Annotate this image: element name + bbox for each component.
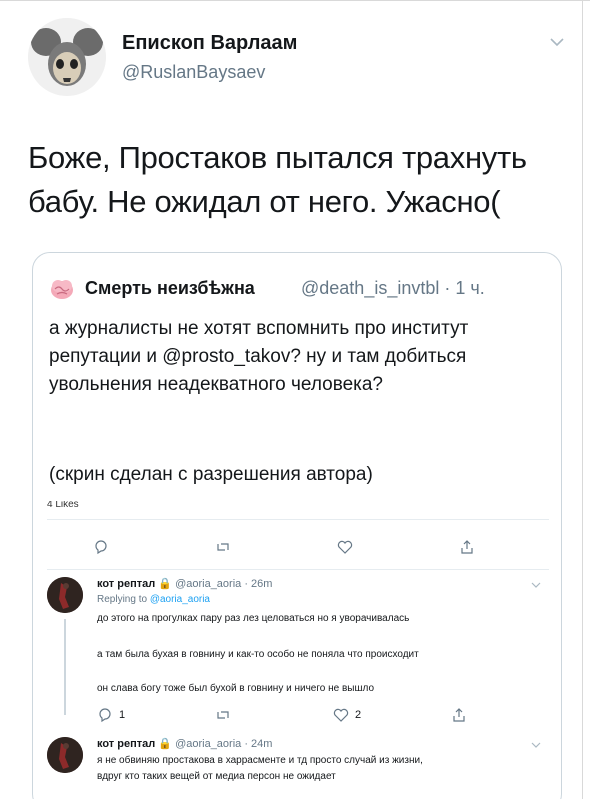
- chevron-down-icon[interactable]: [531, 581, 541, 589]
- reply-author-name[interactable]: кот рептал: [97, 738, 155, 750]
- reply-action-bar: 1 2: [97, 705, 517, 725]
- share-action[interactable]: [459, 537, 475, 557]
- quoted-text: а журналисты не хотят вспомнить про инст…: [49, 318, 469, 395]
- right-divider: [582, 0, 583, 799]
- tweet-text: Боже, Простаков пытался трахнуть бабу. Н…: [28, 140, 527, 219]
- replying-to-prefix: Replying to: [97, 594, 148, 605]
- quoted-action-bar: [93, 537, 513, 557]
- reply-avatar[interactable]: [47, 577, 83, 613]
- reply-action[interactable]: [93, 537, 109, 557]
- quoted-author-meta[interactable]: @death_is_invtbl · 1 ч.: [301, 278, 485, 299]
- lock-icon: 🔒: [158, 738, 172, 750]
- share-icon: [461, 540, 473, 554]
- quoted-text-note: (скрин сделан с разрешения автора): [49, 464, 373, 485]
- reply-count: 1: [119, 709, 126, 721]
- divider: [47, 569, 549, 570]
- replying-to: Replying to @aoria_aoria: [97, 594, 210, 605]
- reply-author-name[interactable]: кот рептал: [97, 578, 155, 590]
- quoted-header: Смерть неизбѣжна @death_is_invtbl · 1 ч.: [49, 275, 549, 301]
- reply-text-line: я не обвиняю простакова в харрасменте и …: [97, 755, 423, 766]
- tweet-header: Епископ Варлаам @RuslanBaysaev: [28, 18, 568, 102]
- retweet-icon: [217, 543, 229, 551]
- reply-text-line: он слава богу тоже был бухой в говнину и…: [97, 683, 375, 694]
- chevron-down-icon[interactable]: [549, 36, 565, 48]
- thread-line: [64, 619, 66, 715]
- reply-header: кот рептал 🔒 @aoria_aoria · 26m: [97, 577, 272, 590]
- author-avatar[interactable]: [28, 18, 106, 96]
- like-action[interactable]: 2: [333, 705, 361, 725]
- retweet-icon: [217, 711, 229, 719]
- likes-count-cut: 4 Likes: [47, 501, 79, 509]
- heart-icon: [333, 708, 349, 722]
- lock-icon: 🔒: [158, 578, 172, 590]
- reply-tweet[interactable]: кот рептал 🔒 @aoria_aoria · 24m я не обв…: [47, 737, 547, 799]
- reply-text-line: а там была бухая в говнину и как-то особ…: [97, 649, 419, 660]
- share-action[interactable]: [451, 705, 467, 725]
- chevron-down-icon[interactable]: [531, 741, 541, 749]
- reply-tweet[interactable]: кот рептал 🔒 @aoria_aoria · 26m Replying…: [47, 577, 547, 727]
- reply-icon: [99, 708, 111, 723]
- reply-action[interactable]: 1: [97, 705, 125, 725]
- reply-author-meta[interactable]: @aoria_aoria · 26m: [175, 578, 272, 590]
- avatar-photo-icon: [47, 577, 83, 613]
- heart-icon: [337, 540, 353, 554]
- reply-text-line: до этого на прогулках пару раз лез целов…: [97, 613, 410, 624]
- share-icon: [453, 708, 465, 722]
- like-count: 2: [355, 709, 362, 721]
- reply-header: кот рептал 🔒 @aoria_aoria · 24m: [97, 737, 272, 750]
- author-handle[interactable]: @RuslanBaysaev: [122, 62, 265, 83]
- quoted-author-name[interactable]: Смерть неизбѣжна: [85, 278, 255, 299]
- mouse-skull-avatar-icon: [28, 18, 106, 96]
- divider: [47, 519, 549, 520]
- avatar-photo-icon: [47, 737, 83, 773]
- reply-avatar[interactable]: [47, 737, 83, 773]
- reply-text-line: вдруг кто таких вещей от медиа персон не…: [97, 771, 336, 782]
- brain-icon: [51, 280, 73, 299]
- reply-icon: [95, 540, 107, 555]
- quoted-tweet-card[interactable]: Смерть неизбѣжна @death_is_invtbl · 1 ч.…: [32, 252, 562, 799]
- reply-author-meta[interactable]: @aoria_aoria · 24m: [175, 738, 272, 750]
- like-action[interactable]: [337, 537, 353, 557]
- retweet-action[interactable]: [215, 705, 231, 725]
- author-name[interactable]: Епископ Варлаам: [122, 32, 297, 55]
- replying-to-link[interactable]: @aoria_aoria: [150, 594, 210, 605]
- retweet-action[interactable]: [215, 537, 231, 557]
- top-divider: [0, 0, 590, 1]
